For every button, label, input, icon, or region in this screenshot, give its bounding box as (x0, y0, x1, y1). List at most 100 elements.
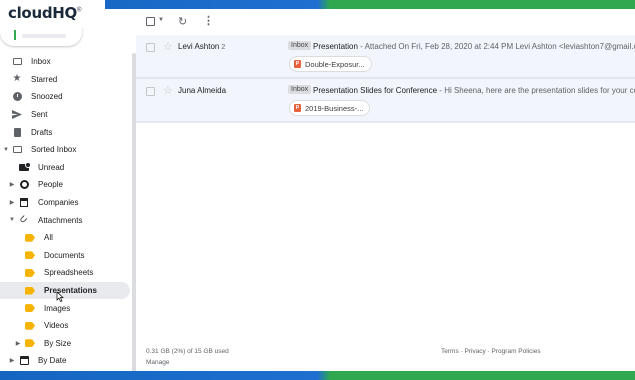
clock-icon (11, 91, 23, 103)
expand-down-icon[interactable]: ▼ (2, 147, 10, 153)
attachment-chip[interactable]: P Double-Exposur... (289, 56, 372, 72)
sidebar-item-attachments[interactable]: ▼ ⊂ Attachments (0, 211, 130, 229)
sidebar-item-sent[interactable]: Sent (0, 106, 130, 124)
send-icon (11, 109, 23, 121)
star-toggle-icon[interactable]: ☆ (163, 40, 173, 53)
select-all-checkbox[interactable] (146, 17, 155, 26)
building-icon (18, 197, 30, 209)
sidebar-item-companies[interactable]: ▶ Companies (0, 194, 130, 212)
sidebar-item-label: Images (44, 303, 71, 313)
draft-icon (11, 126, 23, 138)
person-icon (18, 179, 30, 191)
compose-button[interactable] (0, 26, 82, 46)
manage-storage-link[interactable]: Manage (146, 359, 170, 366)
brand-bottom-bar (0, 371, 635, 380)
email-subject-line: Presentation Slides for Conference - Hi … (313, 86, 635, 95)
sidebar: Inbox ★ Starred Snoozed Sent Drafts ▼ So… (0, 9, 136, 375)
inbox-badge: Inbox (288, 41, 312, 50)
sidebar-item-spreadsheets[interactable]: Spreadsheets (0, 264, 130, 282)
sidebar-item-label: Unread (38, 162, 65, 172)
sidebar-item-by-size[interactable]: ▶ By Size (0, 335, 130, 353)
email-list: ☆ Levi Ashton 2 Inbox Presentation - Atta… (136, 35, 635, 123)
inbox-icon (11, 144, 23, 156)
attachment-name: Double-Exposur... (305, 59, 365, 69)
sidebar-item-people[interactable]: ▶ People (0, 176, 130, 194)
attachment-name: 2019-Business-... (305, 103, 364, 113)
inbox-badge: Inbox (288, 85, 312, 94)
expand-down-icon[interactable]: ▼ (8, 217, 16, 223)
sidebar-item-all[interactable]: All (0, 229, 130, 247)
calendar-icon (18, 355, 30, 367)
sidebar-item-by-date[interactable]: ▶ By Date (0, 352, 130, 370)
expand-right-icon[interactable]: ▶ (14, 340, 22, 347)
row-checkbox[interactable] (146, 43, 155, 52)
refresh-icon[interactable]: ↻ (178, 15, 187, 28)
cloudhq-logo: cloudHQ® (0, 0, 105, 28)
sidebar-item-presentations[interactable]: Presentations (0, 281, 130, 300)
sidebar-item-inbox[interactable]: Inbox (0, 53, 130, 71)
email-row[interactable]: ☆ Levi Ashton 2 Inbox Presentation - Atta… (136, 35, 635, 79)
expand-right-icon[interactable]: ▶ (8, 357, 16, 364)
sidebar-item-label: Documents (44, 250, 85, 260)
sidebar-item-label: By Date (38, 356, 67, 366)
sidebar-item-snoozed[interactable]: Snoozed (0, 88, 130, 106)
mouse-pointer-icon (56, 292, 64, 302)
email-row[interactable]: ☆ Juna Almeida Inbox Presentation Slides… (136, 79, 635, 123)
sidebar-item-label: Sent (31, 110, 48, 120)
tag-icon (24, 320, 36, 332)
email-subject: Presentation (313, 42, 358, 51)
toolbar: ▼ ↻ ⋮ (136, 9, 635, 35)
presentation-file-icon: P (294, 104, 301, 112)
sidebar-item-starred[interactable]: ★ Starred (0, 71, 130, 89)
sidebar-item-sorted-inbox[interactable]: ▼ Sorted Inbox (0, 141, 130, 159)
more-vert-icon[interactable]: ⋮ (203, 14, 214, 27)
tag-icon (24, 302, 36, 314)
main-panel: ▼ ↻ ⋮ ☆ Levi Ashton 2 Inbox Presentation … (136, 9, 635, 371)
sidebar-item-label: Videos (44, 321, 69, 331)
sidebar-item-label: All (44, 233, 53, 243)
sidebar-item-label: Companies (38, 198, 79, 208)
tag-icon (24, 232, 36, 244)
sidebar-item-drafts[interactable]: Drafts (0, 123, 130, 141)
sidebar-item-label: Sorted Inbox (31, 145, 77, 155)
sender-name: Levi Ashton (178, 42, 220, 51)
expand-right-icon[interactable]: ▶ (8, 181, 16, 188)
email-snippet: - Hi Sheena, here are the presentation s… (437, 86, 635, 95)
sidebar-item-label: Snoozed (31, 92, 63, 102)
email-subject: Presentation Slides for Conference (313, 86, 438, 95)
sidebar-item-unread[interactable]: Unread (0, 159, 130, 177)
storage-usage: 0.31 GB (2%) of 15 GB used (146, 348, 229, 355)
logo-trademark: ® (76, 7, 82, 14)
sidebar-item-videos[interactable]: Videos (0, 317, 130, 335)
thread-count: 2 (221, 44, 226, 51)
paperclip-icon: ⊂ (16, 212, 31, 227)
inbox-icon (11, 56, 23, 68)
tag-icon (24, 249, 36, 261)
email-subject-line: Presentation - Attached On Fri, Feb 28, … (313, 42, 635, 51)
tag-icon (24, 267, 36, 279)
attachment-chip[interactable]: P 2019-Business-... (289, 100, 371, 116)
logo-text: cloudHQ (8, 4, 77, 22)
star-toggle-icon[interactable]: ☆ (163, 84, 173, 97)
sidebar-item-label: Drafts (31, 127, 53, 137)
email-snippet: - Attached On Fri, Feb 28, 2020 at 2:44 … (357, 42, 635, 51)
tag-icon (24, 285, 36, 297)
select-menu-caret-icon[interactable]: ▼ (158, 17, 164, 23)
sidebar-item-label: Inbox (31, 57, 51, 67)
sidebar-item-label: Starred (31, 74, 58, 84)
row-checkbox[interactable] (146, 87, 155, 96)
expand-right-icon[interactable]: ▶ (8, 199, 16, 206)
sidebar-item-label: People (38, 180, 63, 190)
footer-links[interactable]: Terms · Privacy · Program Policies (441, 348, 541, 355)
email-sender: Juna Almeida (178, 86, 226, 95)
sidebar-item-label: By Size (44, 338, 72, 348)
star-icon: ★ (12, 73, 22, 85)
sidebar-item-images[interactable]: Images (0, 299, 130, 317)
unread-mail-icon (18, 161, 31, 173)
sidebar-item-label: Presentations (44, 286, 97, 296)
sender-name: Juna Almeida (178, 86, 227, 95)
email-sender: Levi Ashton 2 (178, 42, 225, 51)
sidebar-item-label: Spreadsheets (44, 268, 94, 278)
sidebar-item-documents[interactable]: Documents (0, 247, 130, 265)
sidebar-nav: Inbox ★ Starred Snoozed Sent Drafts ▼ So… (0, 53, 130, 370)
